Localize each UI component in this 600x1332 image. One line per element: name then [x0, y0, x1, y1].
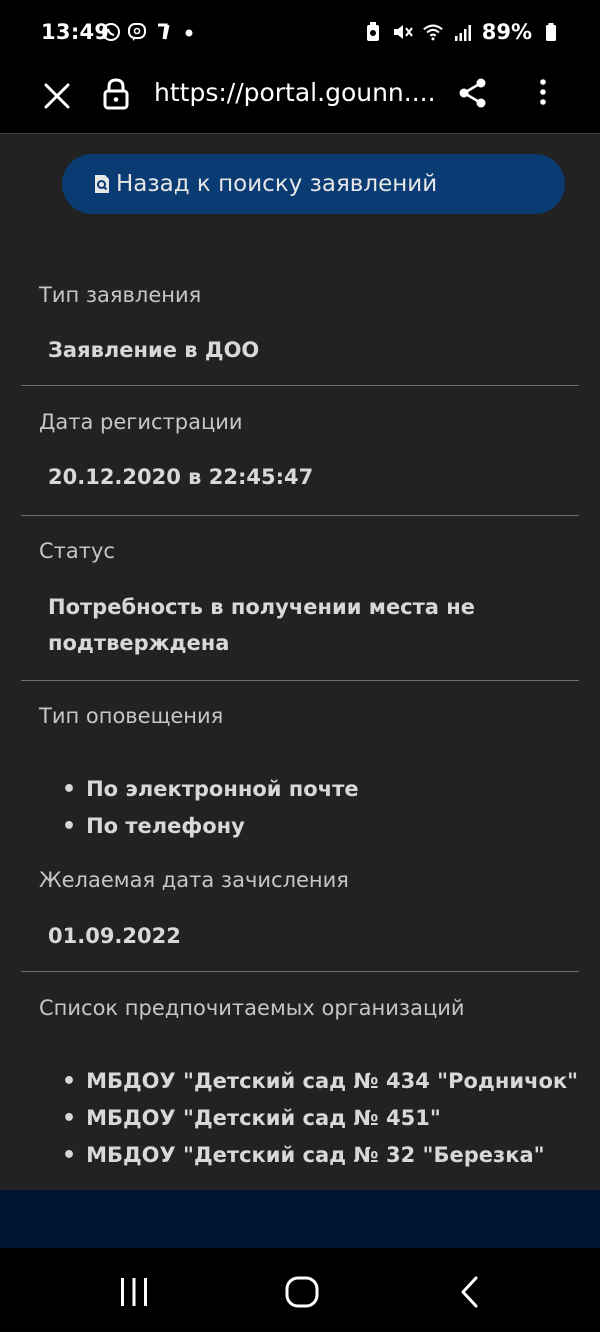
type-value: Заявление в ДОО [48, 338, 260, 362]
browser-toolbar: https://portal.gounn.... [0, 66, 600, 134]
list-item: По телефону [62, 808, 359, 845]
back-button-label: Назад к поиску заявлений [116, 171, 438, 197]
lock-icon[interactable] [102, 77, 130, 111]
whatsapp-icon [101, 22, 121, 42]
notify-list: По электронной почте По телефону [62, 771, 359, 845]
status-time: 13:49 [41, 20, 110, 44]
reg-date-value: 20.12.2020 в 22:45:47 [48, 465, 314, 489]
viber-icon [127, 22, 147, 42]
status-value-line2: подтверждена [48, 631, 230, 655]
desired-date-value: 01.09.2022 [48, 924, 181, 948]
system-indicators: 89% [362, 20, 562, 44]
section-notify: Тип оповещения По электронной почте По т… [21, 681, 579, 972]
section-type: Тип заявления Заявление в ДОО [21, 255, 579, 386]
list-item: МБДОУ "Детский сад № 32 "Березка" [62, 1137, 578, 1174]
back-icon[interactable] [450, 1272, 490, 1312]
close-icon[interactable] [40, 79, 74, 113]
reg-date-label: Дата регистрации [39, 410, 243, 434]
battery-percent: 89% [481, 20, 532, 44]
status-bar: 13:49 89% [0, 0, 600, 66]
battery-saver-icon [362, 22, 384, 42]
battery-icon [540, 22, 562, 42]
list-item: По электронной почте [62, 771, 359, 808]
signal-icon [452, 22, 474, 42]
share-icon[interactable] [457, 76, 489, 110]
mute-icon [392, 22, 414, 42]
orgs-list: МБДОУ "Детский сад № 434 "Родничок" МБДО… [62, 1063, 578, 1174]
notification-icons [101, 22, 199, 42]
status-label: Статус [39, 539, 115, 563]
desired-date-label: Желаемая дата зачисления [39, 868, 349, 892]
type-label: Тип заявления [39, 283, 202, 307]
wifi-icon [422, 22, 444, 42]
app-icon [153, 22, 173, 42]
search-document-icon [92, 174, 112, 194]
navigation-bar [0, 1248, 600, 1332]
url-text[interactable]: https://portal.gounn.... [154, 78, 434, 107]
list-item: МБДОУ "Детский сад № 434 "Родничок" [62, 1063, 578, 1100]
section-orgs: Список предпочитаемых организаций МБДОУ … [21, 972, 579, 1190]
recent-apps-icon[interactable] [114, 1272, 154, 1312]
orgs-label: Список предпочитаемых организаций [39, 996, 465, 1020]
list-item: МБДОУ "Детский сад № 451" [62, 1100, 578, 1137]
section-reg-date: Дата регистрации 20.12.2020 в 22:45:47 [21, 386, 579, 516]
notify-label: Тип оповещения [39, 704, 224, 728]
dot-icon [179, 22, 199, 42]
section-status: Статус Потребность в получении места не … [21, 516, 579, 681]
page-footer [0, 1190, 600, 1248]
back-to-search-button[interactable]: Назад к поиску заявлений [62, 154, 565, 214]
status-value-line1: Потребность в получении места не [48, 595, 476, 619]
more-icon[interactable] [531, 76, 555, 110]
home-icon[interactable] [282, 1272, 322, 1312]
